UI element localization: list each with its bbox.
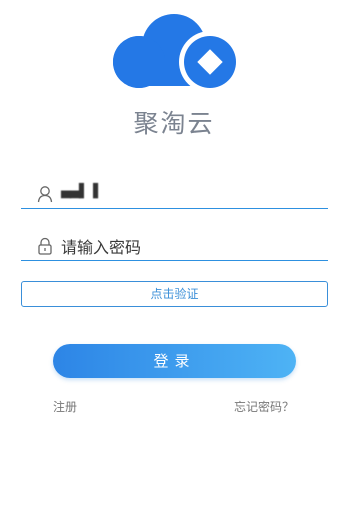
brand-name: 聚淘云 bbox=[133, 109, 215, 138]
register-link[interactable]: 注册 bbox=[53, 398, 77, 415]
user-icon bbox=[37, 186, 53, 203]
password-field[interactable]: 请输入密码 bbox=[21, 232, 328, 261]
password-placeholder: 请输入密码 bbox=[61, 238, 142, 257]
login-button[interactable]: 登录 bbox=[53, 344, 296, 378]
cloud-logo-icon bbox=[113, 14, 241, 93]
username-field[interactable]: ▄▄▌▐ bbox=[21, 180, 328, 209]
forgot-password-link[interactable]: 忘记密码？ bbox=[234, 398, 294, 415]
verify-button[interactable]: 点击验证 bbox=[21, 281, 328, 307]
username-value: ▄▄▌▐ bbox=[61, 184, 98, 199]
lock-icon bbox=[38, 237, 52, 255]
